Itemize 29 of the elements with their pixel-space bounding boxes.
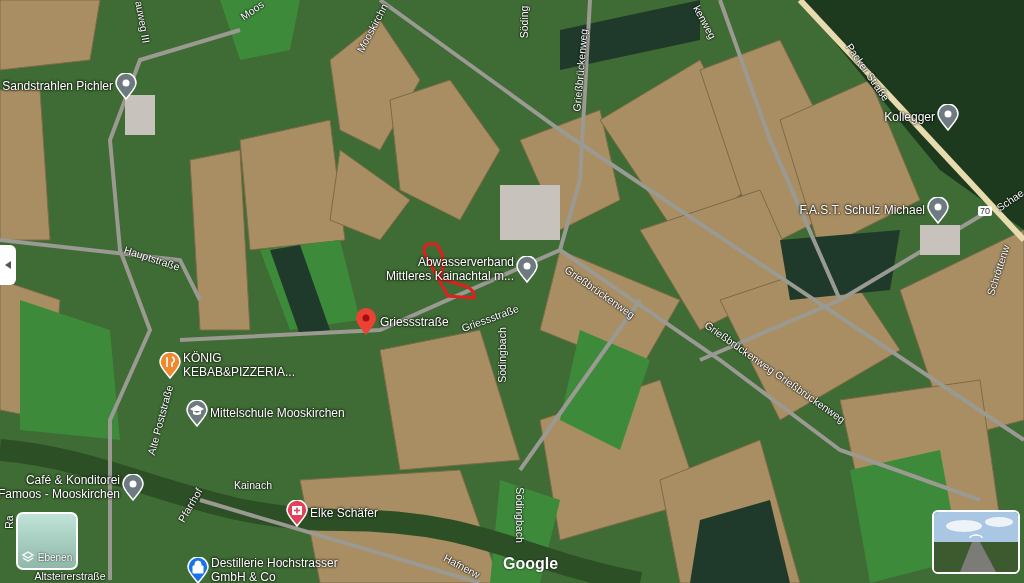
- medical-pin-icon[interactable]: [286, 500, 308, 527]
- place-pin-icon[interactable]: [937, 104, 959, 131]
- place-pin-icon[interactable]: [927, 197, 949, 224]
- place-pin-icon[interactable]: [516, 256, 538, 283]
- place-label[interactable]: F.A.S.T. Schulz Michael: [799, 203, 925, 217]
- restaurant-pin-icon[interactable]: [159, 352, 181, 379]
- place-label[interactable]: Elke Schäfer: [310, 506, 379, 520]
- street-label: Söding: [518, 5, 530, 39]
- street-label: Kainach: [234, 479, 272, 491]
- street-label: Grießbrückenweg: [570, 28, 590, 112]
- school-pin-icon[interactable]: [186, 400, 208, 427]
- shop-pin-icon[interactable]: [187, 557, 209, 583]
- route-shield: 70: [978, 206, 992, 216]
- google-logo: Google: [503, 555, 559, 573]
- place-pin-icon[interactable]: [115, 73, 137, 100]
- street-label: Ra: [3, 515, 15, 529]
- place-label[interactable]: KÖNIG KEBAB&PIZZERIA...: [183, 351, 296, 379]
- street-label: auweg III: [133, 0, 153, 45]
- caret-left-icon: [5, 261, 11, 269]
- place-label[interactable]: Sandstrahlen Pichler: [2, 79, 113, 93]
- selected-place-label: Griessstraße: [380, 315, 449, 329]
- place-label[interactable]: Mittelschule Mooskirchen: [210, 406, 345, 420]
- street-label: Altsteirerstraße: [34, 570, 106, 582]
- place-label[interactable]: Destillerie Hochstrasser GmbH & Co: [211, 556, 338, 583]
- location-marker-icon[interactable]: [355, 308, 377, 336]
- place-pin-icon[interactable]: [122, 474, 144, 501]
- street-label: Södingbach: [514, 487, 526, 543]
- layers-icon: [21, 551, 34, 563]
- collapse-panel-button[interactable]: [0, 245, 16, 285]
